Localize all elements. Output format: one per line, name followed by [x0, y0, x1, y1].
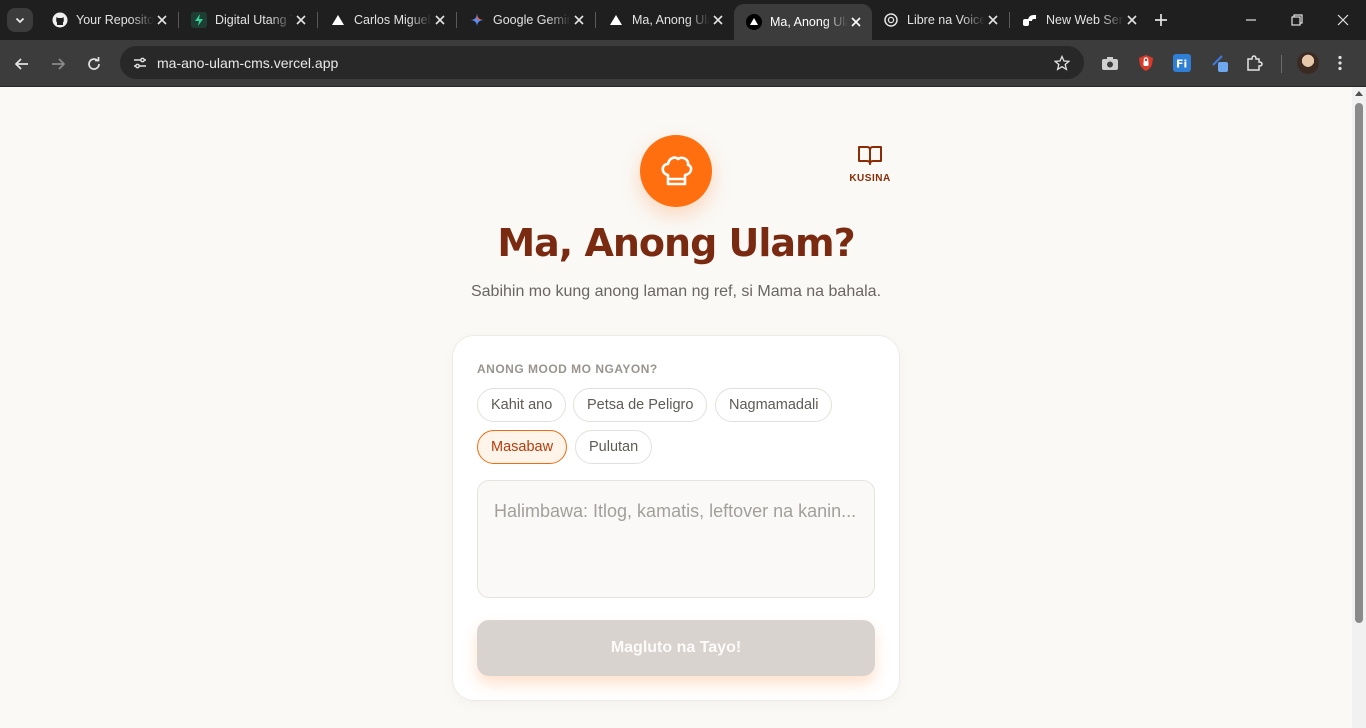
arrow-left-icon: [14, 58, 28, 70]
svg-text:Fi: Fi: [1176, 58, 1187, 71]
vercel-icon: [330, 12, 346, 28]
close-icon[interactable]: [154, 12, 170, 28]
pen-extension-icon[interactable]: [1210, 53, 1230, 73]
chef-hat-icon: [661, 156, 693, 186]
browser-tab[interactable]: Carlos Miguel: [318, 5, 456, 35]
vercel-icon: [746, 14, 762, 30]
profile-avatar[interactable]: [1297, 52, 1319, 74]
github-icon: [52, 12, 68, 28]
mood-chip-nagmamadali[interactable]: Nagmamadali: [715, 388, 833, 422]
cook-submit-button[interactable]: Magluto na Tayo!: [477, 620, 875, 676]
mood-chip-petsa-de-peligro[interactable]: Petsa de Peligro: [573, 388, 708, 422]
close-window-button[interactable]: [1320, 0, 1366, 40]
shield-extension-icon[interactable]: [1136, 53, 1156, 73]
bookmark-star-icon[interactable]: [1052, 53, 1072, 73]
tab-title: New Web Service: [1046, 13, 1124, 27]
reload-icon: [88, 57, 100, 70]
browser-tab[interactable]: Ma, Anong Ulam?: [596, 5, 734, 35]
tab-title: Your Repositories: [76, 13, 154, 27]
openai-icon: [883, 12, 899, 28]
address-bar[interactable]: ma-ano-ulam-cms.vercel.app: [120, 46, 1084, 79]
page-title: Ma, Anong Ulam?: [497, 221, 855, 265]
close-icon[interactable]: [432, 12, 448, 28]
camera-extension-icon[interactable]: [1100, 53, 1120, 73]
ingredients-input[interactable]: [477, 480, 875, 598]
address-url[interactable]: ma-ano-ulam-cms.vercel.app: [157, 55, 338, 71]
close-icon[interactable]: [710, 12, 726, 28]
tab-search-button[interactable]: [7, 8, 33, 32]
tab-title: Libre na Voice: [907, 13, 985, 27]
close-icon[interactable]: [1124, 12, 1140, 28]
browser-tab[interactable]: Google Gemini: [457, 5, 595, 35]
extensions-puzzle-icon[interactable]: [1244, 53, 1264, 73]
mood-label: ANONG MOOD MO NGAYON?: [477, 362, 658, 376]
restore-button[interactable]: [1274, 0, 1320, 40]
mood-chip-pulutan[interactable]: Pulutan: [575, 430, 653, 464]
minimize-button[interactable]: [1228, 0, 1274, 40]
new-tab-button[interactable]: [1150, 9, 1172, 31]
gemini-icon: [469, 12, 485, 28]
close-icon[interactable]: [571, 12, 587, 28]
back-button[interactable]: [8, 50, 36, 78]
bolt-icon: [191, 12, 207, 28]
close-icon: [1337, 14, 1349, 26]
browser-tab-active[interactable]: Ma, Anong Ulam?: [734, 4, 872, 40]
tab-title: Ma, Anong Ulam?: [632, 13, 710, 27]
render-icon: [1022, 12, 1038, 28]
toolbar-separator: [1281, 55, 1282, 73]
browser-tab[interactable]: Libre na Voice: [871, 5, 1009, 35]
menu-kebab-icon[interactable]: [1330, 53, 1350, 73]
browser-tab[interactable]: Digital Utang Tracker: [179, 5, 317, 35]
kusina-nav-label: KUSINA: [849, 173, 891, 184]
kusina-nav-link[interactable]: KUSINA: [836, 143, 904, 184]
tab-title: Google Gemini: [493, 13, 571, 27]
recipe-form-card: ANONG MOOD MO NGAYON? Kahit ano Petsa de…: [452, 335, 900, 701]
plus-icon: [1155, 14, 1167, 26]
book-open-icon: [858, 146, 882, 165]
site-settings-icon[interactable]: [128, 51, 152, 75]
browser-tab[interactable]: New Web Service: [1010, 5, 1148, 35]
browser-tab[interactable]: Your Repositories: [40, 5, 178, 35]
reload-button[interactable]: [80, 50, 108, 78]
scroll-up-arrow-icon[interactable]: [1355, 91, 1363, 96]
tab-title: Ma, Anong Ulam?: [770, 15, 848, 29]
mood-chip-masabaw[interactable]: Masabaw: [477, 430, 568, 464]
close-icon[interactable]: [848, 14, 864, 30]
page-scrollbar[interactable]: [1352, 87, 1366, 728]
tab-title: Digital Utang Tracker: [215, 13, 293, 27]
app-logo: [640, 135, 712, 207]
tab-title: Carlos Miguel: [354, 13, 431, 27]
mood-chip-kahit-ano[interactable]: Kahit ano: [477, 388, 567, 422]
close-icon[interactable]: [985, 12, 1001, 28]
fi-extension-icon[interactable]: Fi: [1172, 53, 1192, 73]
page-subtitle: Sabihin mo kung anong laman ng ref, si M…: [470, 283, 882, 300]
arrow-right-icon: [52, 58, 66, 70]
web-page: KUSINA Ma, Anong Ulam? Sabihin mo kung a…: [0, 87, 1352, 728]
scrollbar-thumb[interactable]: [1355, 103, 1363, 623]
minimize-icon: [1246, 19, 1256, 21]
chevron-down-icon: [15, 17, 25, 24]
forward-button[interactable]: [44, 50, 72, 78]
browser-tabstrip: Your Repositories Digital Utang Tracker …: [0, 0, 1366, 40]
close-icon[interactable]: [293, 12, 309, 28]
restore-icon: [1291, 14, 1303, 26]
browser-toolbar: ma-ano-ulam-cms.vercel.app Fi: [0, 40, 1366, 87]
vercel-icon: [608, 12, 624, 28]
